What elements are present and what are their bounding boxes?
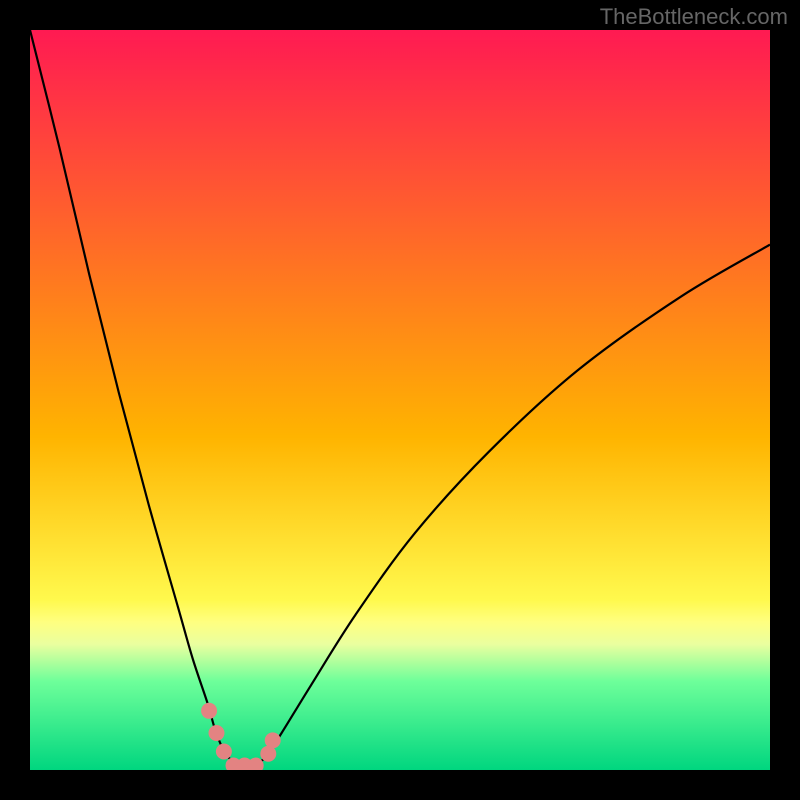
marker-dot (201, 703, 217, 719)
marker-dot (208, 725, 224, 741)
gradient-background (30, 30, 770, 770)
chart-area (30, 30, 770, 770)
watermark-text: TheBottleneck.com (600, 4, 788, 30)
marker-dot (265, 732, 281, 748)
marker-dot (216, 744, 232, 760)
bottleneck-chart (30, 30, 770, 770)
